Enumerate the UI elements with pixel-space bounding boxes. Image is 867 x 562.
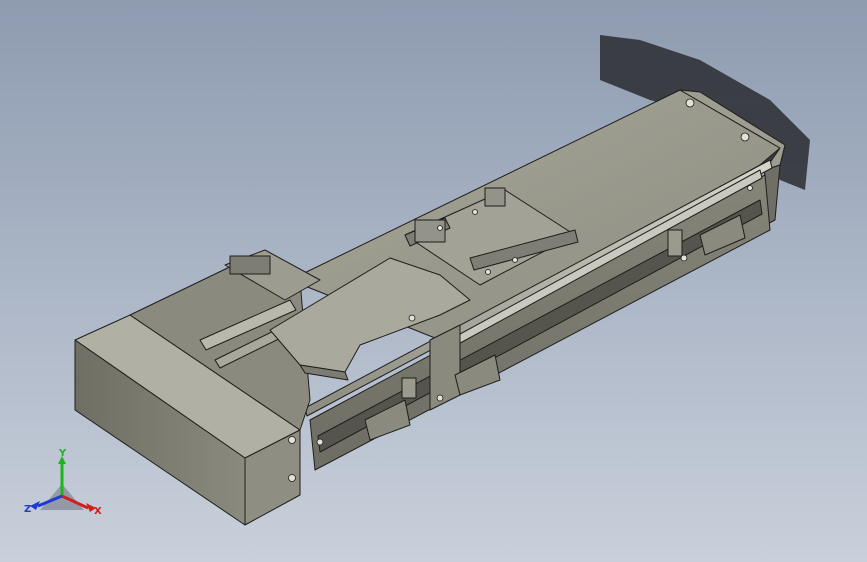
carriage-front (429, 324, 461, 411)
screw-7 (436, 394, 444, 402)
sensor-b (667, 229, 683, 257)
sensor-a (401, 377, 417, 399)
screw-2 (740, 132, 750, 142)
coordinate-triad: Y X Z (24, 448, 102, 517)
graphics-viewport[interactable]: Y X Z (0, 0, 867, 562)
screw-3 (288, 436, 296, 444)
linear-actuator-model[interactable] (0, 0, 867, 562)
screw-13 (472, 209, 478, 215)
screw-9 (747, 185, 753, 191)
x-axis-label: X (94, 506, 102, 517)
screw-8 (680, 254, 688, 262)
screw-10 (485, 269, 491, 275)
screw-5 (316, 438, 324, 446)
y-axis-label: Y (58, 448, 67, 459)
motor-connector (229, 255, 271, 275)
mount-block-a (414, 219, 446, 243)
screw-11 (512, 257, 518, 263)
z-axis-label: Z (24, 504, 31, 515)
screw-12 (437, 225, 443, 231)
screw-4 (288, 474, 296, 482)
screw-1 (685, 98, 695, 108)
mount-block-b (484, 187, 506, 207)
screw-6 (408, 314, 416, 322)
